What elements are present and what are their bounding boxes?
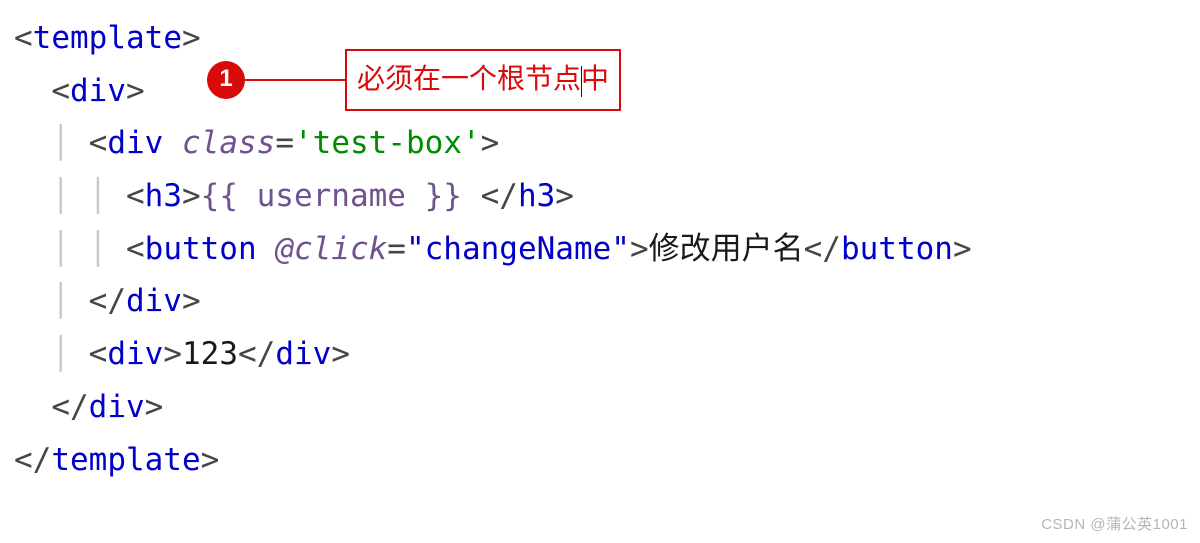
tag-name: template xyxy=(33,20,182,56)
annotation-callout: 1 必须在一个根节点中 xyxy=(207,49,621,111)
angle-bracket: < xyxy=(126,178,145,214)
equals-sign: = xyxy=(387,231,406,267)
angle-bracket: </ xyxy=(238,336,275,372)
angle-bracket: </ xyxy=(481,178,518,214)
tag-name: h3 xyxy=(145,178,182,214)
tag-name: div xyxy=(107,336,163,372)
angle-bracket: > xyxy=(630,231,649,267)
indent-guide: │ │ xyxy=(14,223,126,276)
angle-bracket: </ xyxy=(804,231,841,267)
tag-name: div xyxy=(275,336,331,372)
angle-bracket: > xyxy=(145,389,164,425)
angle-bracket: </ xyxy=(14,442,51,478)
callout-text-after: 中 xyxy=(581,64,609,95)
angle-bracket: < xyxy=(126,231,145,267)
attr-name: @click xyxy=(275,231,387,267)
tag-name: div xyxy=(126,283,182,319)
angle-bracket: > xyxy=(481,125,500,161)
badge-number-icon: 1 xyxy=(207,61,245,99)
tag-name: button xyxy=(841,231,953,267)
callout-box: 必须在一个根节点中 xyxy=(345,49,621,111)
angle-bracket: < xyxy=(14,20,33,56)
indent-guide: │ xyxy=(14,328,89,381)
tag-name: div xyxy=(107,125,163,161)
angle-bracket: > xyxy=(163,336,182,372)
element-text: 修改用户名 xyxy=(649,231,804,267)
angle-bracket: < xyxy=(89,125,108,161)
angle-bracket: < xyxy=(89,336,108,372)
indent-guide: │ xyxy=(14,275,89,328)
indent-guide: │ xyxy=(14,117,89,170)
tag-name: div xyxy=(70,73,126,109)
code-line: │ </div> xyxy=(14,275,1186,328)
angle-bracket: > xyxy=(953,231,972,267)
indent-guide xyxy=(14,65,51,118)
code-line: │ │ <button @click="changeName">修改用户名</b… xyxy=(14,223,1186,276)
code-line: </template> xyxy=(14,434,1186,487)
code-line: │ │ <h3>{{ username }} </h3> xyxy=(14,170,1186,223)
tag-name: div xyxy=(89,389,145,425)
mustache-expression: {{ username }} xyxy=(201,178,462,214)
string-quote: " xyxy=(611,231,630,267)
angle-bracket: > xyxy=(182,178,201,214)
indent-guide: │ │ xyxy=(14,170,126,223)
angle-bracket: > xyxy=(555,178,574,214)
string-value: changeName xyxy=(425,231,612,267)
equals-sign: = xyxy=(275,125,294,161)
code-line: </div> xyxy=(14,381,1186,434)
watermark: CSDN @蒲公英1001 xyxy=(1041,512,1188,538)
tag-name: template xyxy=(51,442,200,478)
string-quote: ' xyxy=(294,125,313,161)
string-quote: ' xyxy=(462,125,481,161)
connector-line xyxy=(245,79,345,81)
angle-bracket: < xyxy=(51,73,70,109)
string-value: test-box xyxy=(313,125,462,161)
space xyxy=(462,178,481,214)
tag-name: button xyxy=(145,231,257,267)
angle-bracket: > xyxy=(182,283,201,319)
code-line: │ <div>123</div> xyxy=(14,328,1186,381)
angle-bracket: > xyxy=(201,442,220,478)
indent-guide xyxy=(14,381,51,434)
callout-text-before: 必须在一个根节点 xyxy=(357,64,581,95)
string-quote: " xyxy=(406,231,425,267)
element-text: 123 xyxy=(182,336,238,372)
angle-bracket: > xyxy=(182,20,201,56)
tag-name: h3 xyxy=(518,178,555,214)
angle-bracket: </ xyxy=(89,283,126,319)
angle-bracket: </ xyxy=(51,389,88,425)
angle-bracket: > xyxy=(331,336,350,372)
angle-bracket: > xyxy=(126,73,145,109)
code-line: │ <div class='test-box'> xyxy=(14,117,1186,170)
attr-name: class xyxy=(182,125,275,161)
